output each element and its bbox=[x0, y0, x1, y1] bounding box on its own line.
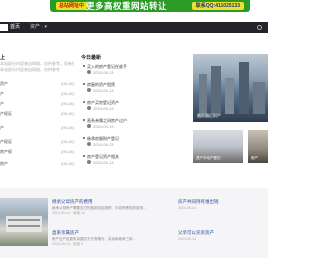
bullet-icon bbox=[83, 137, 85, 139]
side-meta: 2024-09-14 bbox=[178, 206, 196, 210]
banner-pill: 总站网址中 bbox=[56, 2, 88, 10]
building-shape bbox=[239, 62, 249, 114]
list-item-label: 产 bbox=[0, 91, 4, 96]
banner-headline: 更多高权重网站转让 bbox=[86, 1, 168, 11]
building-shape bbox=[253, 82, 265, 114]
bullet-icon bbox=[83, 119, 85, 121]
news-date: 2024-09-13 bbox=[93, 160, 114, 165]
list-item[interactable]: 房产 (09-14) bbox=[0, 160, 74, 168]
list-item-label: 房产 bbox=[0, 161, 8, 166]
side-title[interactable]: 父亲可以买房资产 bbox=[178, 230, 214, 236]
list-item-label: 产权证 bbox=[0, 111, 12, 116]
ad-banner[interactable]: 总站网址中 更多高权重网站转让 联系QQ:411025133 bbox=[50, 0, 250, 12]
news-date: 2024-09-13 bbox=[93, 142, 114, 147]
avatar bbox=[87, 70, 91, 74]
hero-image[interactable]: 婚前婚后财产 bbox=[193, 54, 268, 122]
nav-home-link[interactable]: 首页 bbox=[10, 22, 20, 33]
thumb-card[interactable]: 房产 bbox=[248, 130, 268, 163]
thumb-caption: 房产 bbox=[251, 156, 258, 160]
list-item[interactable]: 产 (09-14) bbox=[0, 100, 74, 108]
article-title[interactable]: 继承父母房产的费用 bbox=[52, 199, 93, 205]
bullet-icon bbox=[83, 65, 85, 67]
list-item[interactable]: 产 (09-14) bbox=[0, 124, 74, 132]
list-item-date: (09-14) bbox=[61, 125, 74, 130]
nav-assets-menu[interactable]: 资产 · ▾ bbox=[30, 22, 47, 33]
bullet-icon bbox=[83, 155, 85, 157]
list-item-date: (09-14) bbox=[61, 149, 74, 154]
list-item-date: (09-14) bbox=[61, 101, 74, 106]
list-item-label: 产 bbox=[0, 125, 4, 130]
list-item-label: 房产权 bbox=[0, 149, 12, 154]
avatar bbox=[87, 142, 91, 146]
hero-caption: 婚前婚后财产 bbox=[197, 113, 221, 118]
site-logo[interactable] bbox=[0, 24, 8, 31]
list-item[interactable]: 产 (09-14) bbox=[0, 90, 74, 98]
bullet-icon bbox=[83, 101, 85, 103]
list-item[interactable]: 资产 (09-14) bbox=[0, 80, 74, 88]
article-meta: 2024-09-14 · 阅读 9 bbox=[52, 242, 83, 246]
news-date: 2024-09-13 bbox=[93, 124, 114, 129]
building-shape bbox=[199, 74, 207, 114]
banner-contact[interactable]: 联系QQ:411025133 bbox=[191, 2, 244, 10]
article-title[interactable]: 直系亲属房产 bbox=[52, 230, 79, 236]
window-row bbox=[8, 225, 40, 227]
left-section-title: 上 bbox=[0, 55, 6, 61]
news-date: 2024-09-13 bbox=[93, 106, 114, 111]
list-item[interactable]: 产权证 (09-14) bbox=[0, 110, 74, 118]
article-snippet: 继承父母房产需要支付的费用包括契税、印花税等相关费用... bbox=[52, 206, 146, 210]
nav-assets-label: 资产 · bbox=[30, 24, 44, 30]
side-meta: 2024-09-14 bbox=[178, 237, 196, 241]
avatar bbox=[87, 106, 91, 110]
thumb-card[interactable]: 资产不动产登记 bbox=[193, 130, 243, 163]
list-item-date: (09-14) bbox=[61, 91, 74, 96]
main-navbar: 首页 资产 · ▾ bbox=[0, 22, 268, 33]
side-title[interactable]: 房产共同持有谁出钱 bbox=[178, 199, 219, 205]
news-date: 2024-09-13 bbox=[93, 70, 114, 75]
page-root: 总站网址中 更多高权重网站转让 联系QQ:411025133 首页 资产 · ▾… bbox=[0, 0, 268, 258]
list-item-date: (09-14) bbox=[61, 111, 74, 116]
left-hint-2: 本站部分内容来自网络，仅供参考 bbox=[0, 67, 60, 72]
avatar bbox=[87, 88, 91, 92]
list-item-label: 资产 bbox=[0, 81, 8, 86]
article-image[interactable] bbox=[0, 198, 48, 246]
bullet-icon bbox=[83, 83, 85, 85]
window-row bbox=[8, 219, 40, 221]
building-shape bbox=[225, 78, 234, 114]
list-item-date: (09-14) bbox=[61, 81, 74, 86]
list-item-label: 产 bbox=[0, 101, 4, 106]
chevron-down-icon: ▾ bbox=[44, 24, 47, 30]
avatar bbox=[87, 160, 91, 164]
building-shape bbox=[211, 66, 221, 114]
news-date: 2024-09-13 bbox=[93, 88, 114, 93]
avatar bbox=[87, 124, 91, 128]
search-icon[interactable] bbox=[257, 25, 262, 30]
list-item-date: (09-14) bbox=[61, 161, 74, 166]
thumb-caption: 资产不动产登记 bbox=[196, 156, 221, 160]
news-section-title: 今日最新 bbox=[81, 55, 102, 61]
list-item[interactable]: 产权证 (09-14) bbox=[0, 138, 74, 146]
list-item-label: 产权证 bbox=[0, 139, 12, 144]
list-item[interactable]: 房产权 (09-14) bbox=[0, 148, 74, 156]
article-snippet: 房产过户给直系亲属的方式有赠与、买卖和继承三种... bbox=[52, 237, 136, 241]
article-meta: 2024-09-14 · 阅读 12 bbox=[52, 211, 85, 215]
list-item-date: (09-14) bbox=[61, 139, 74, 144]
